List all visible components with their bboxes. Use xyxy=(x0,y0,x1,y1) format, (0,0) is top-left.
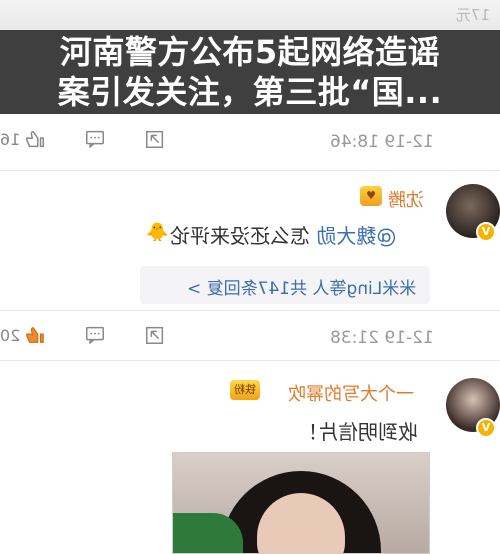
comment-icon[interactable] xyxy=(84,128,106,150)
comment-text: @魏大勋 怎么还没来评论 xyxy=(170,224,397,248)
headline-line-1: 河南警方公布5起网络造谣 xyxy=(59,33,441,71)
member-badge: 铁粉 xyxy=(230,380,260,400)
headline-line-2: 案引发关注，第三批“国... xyxy=(57,73,443,111)
verified-badge-icon: V xyxy=(476,418,496,438)
post-timestamp: 12-19 18:46 xyxy=(330,132,434,152)
top-strip: 17元 xyxy=(0,0,500,30)
mention-link[interactable]: @魏大勋 xyxy=(316,224,396,248)
post-action-bar: 16 xyxy=(0,122,180,156)
divider xyxy=(0,310,500,311)
top-strip-text: 17元 xyxy=(455,6,490,24)
comment-username[interactable]: 一个大写的幂吹 xyxy=(288,380,414,406)
reply-summary-box[interactable]: 米米Ling等人 共147条回复 > xyxy=(140,266,430,304)
comment-action-bar: 20 xyxy=(0,318,180,352)
emoji-icon: 🐥 xyxy=(146,222,169,243)
like-count: 20 xyxy=(0,326,21,345)
thumbs-up-icon[interactable] xyxy=(24,324,46,346)
share-icon[interactable] xyxy=(144,128,166,150)
reply-summary-text[interactable]: 米米Ling等人 共147条回复 > xyxy=(187,274,416,299)
comment-photo[interactable] xyxy=(172,452,430,554)
fan-badge-icon: ♥ xyxy=(360,186,382,206)
verified-badge-icon: V xyxy=(476,222,496,242)
comment-text: 收到明信片！ xyxy=(298,420,418,444)
divider xyxy=(0,360,500,361)
news-headline-overlay: 河南警方公布5起网络造谣 案引发关注，第三批“国... xyxy=(0,30,500,114)
divider xyxy=(0,170,500,171)
comment-username[interactable]: 沈腾 xyxy=(388,186,424,212)
weibo-comments-mirrored: 16 12-19 18:46 V ♥ 沈腾 🐥 @魏大勋 怎么还没来评论 米米L… xyxy=(0,114,500,554)
comment-icon[interactable] xyxy=(84,324,106,346)
share-icon[interactable] xyxy=(144,324,166,346)
like-count: 16 xyxy=(0,130,21,149)
thumbs-up-icon[interactable] xyxy=(24,128,46,150)
comment-timestamp: 12-19 21:38 xyxy=(330,328,434,348)
